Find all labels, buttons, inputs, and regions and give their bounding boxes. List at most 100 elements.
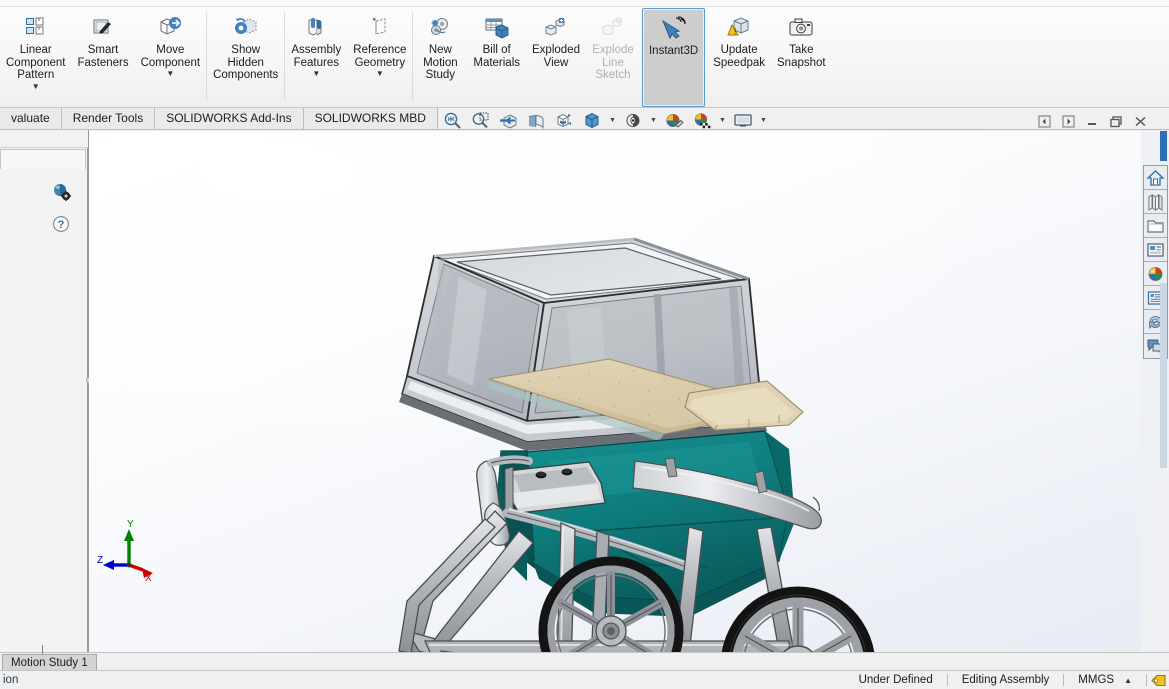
move-component-label: Move Component [140,44,201,69]
graphics-viewport[interactable]: Y Z X [89,131,1141,652]
view-settings-button[interactable] [731,109,755,131]
zoom-to-area-icon [472,112,488,128]
smart-fasteners-button[interactable]: Smart Fasteners [71,8,134,107]
display-style-button[interactable] [580,109,604,131]
chevron-up-icon[interactable]: ▲ [1124,676,1132,685]
previous-view-icon [500,113,517,129]
view-orientation-button[interactable] [552,109,576,131]
edit-appearance-icon [666,113,684,128]
feature-manager-tab-chip[interactable] [0,149,86,169]
ribbon-group-tools: New Motion Study Bill of Materials Explo… [413,8,831,107]
update-speedpak-button[interactable]: ! Update Speedpak [707,8,771,107]
home-resources-button[interactable] [1144,166,1167,190]
status-tag-button[interactable] [1147,673,1169,688]
apply-scene-button[interactable] [690,109,714,131]
status-left-text: ion [3,674,19,686]
ribbon-group-components: Linear Component Pattern ▼ Smart Fastene… [0,8,206,107]
design-library-icon [1148,193,1163,211]
wheel-front-large [721,586,875,652]
zoom-to-fit-icon [444,112,461,129]
feature-manager-panel: ? [0,130,88,652]
design-library-button[interactable] [1144,190,1167,214]
view-palette-icon [1147,242,1164,257]
help-question-icon: ? [52,215,70,233]
move-component-button[interactable]: Move Component ▼ [135,8,206,107]
instant3d-icon [656,13,692,43]
new-motion-study-button[interactable]: New Motion Study [413,8,467,107]
status-bar: ion Under Defined Editing Assembly MMGS … [0,671,1169,689]
chevron-down-icon[interactable]: ▼ [376,70,384,78]
tab-solidworks-mbd[interactable]: SOLIDWORKS MBD [303,108,438,130]
display-style-icon [585,112,599,128]
previous-view-button[interactable] [496,109,520,131]
task-pane-scrollbar[interactable] [1160,283,1167,468]
tab-solidworks-add-ins[interactable]: SOLIDWORKS Add-Ins [155,108,304,130]
view-toolbar: ▼ ▼ ▼ ▼ [440,109,768,131]
bill-of-materials-icon [482,12,512,42]
explode-line-sketch-button: Explode Line Sketch [586,8,640,107]
collapse-right-button[interactable] [1057,111,1079,131]
view-palette-button[interactable] [1144,238,1167,262]
explode-line-sketch-icon [599,12,627,42]
show-hidden-components-button[interactable]: Show Hidden Components [207,8,284,107]
triad-x-label: X [145,573,152,584]
chevron-down-icon[interactable]: ▼ [32,82,40,91]
view-settings-caret-icon[interactable]: ▼ [759,109,768,131]
assembly-features-icon [302,12,330,42]
close-button[interactable] [1129,111,1151,131]
status-under-defined: Under Defined [858,674,933,686]
minimize-button[interactable] [1081,111,1103,131]
linear-component-pattern-label: Linear Component Pattern [6,44,66,81]
chevron-down-icon[interactable]: ▼ [166,70,174,78]
show-hidden-components-label: Show Hidden Components [213,44,279,81]
hide-show-items-button[interactable] [621,109,645,131]
bill-of-materials-button[interactable]: Bill of Materials [467,8,526,107]
instant3d-button[interactable]: Instant3D [641,8,706,107]
feature-manager-tab-row [0,130,88,148]
svg-text:!: ! [734,27,736,36]
configuration-manager-button[interactable] [52,182,72,207]
tab-evaluate[interactable]: valuate [0,108,62,130]
linear-component-pattern-button[interactable]: Linear Component Pattern ▼ [0,8,71,107]
reference-geometry-button[interactable]: Reference Geometry ▼ [347,8,412,107]
smart-fasteners-icon [90,12,116,42]
exploded-view-icon [542,12,570,42]
hide-show-items-caret-icon[interactable]: ▼ [649,109,658,131]
feature-manager-body [0,170,87,652]
collapse-left-icon [1038,115,1050,127]
zoom-to-area-button[interactable] [468,109,492,131]
motion-study-tick [42,645,43,654]
move-component-icon [156,12,184,42]
restore-button[interactable] [1105,111,1127,131]
exploded-view-label: Exploded View [532,44,580,69]
status-units[interactable]: MMGS ▲ [1064,674,1146,686]
close-icon [1135,116,1145,126]
reference-geometry-icon [367,12,393,42]
help-button[interactable]: ? [52,215,72,238]
new-motion-study-label: New Motion Study [423,44,458,81]
assembly-features-button[interactable]: Assembly Features ▼ [285,8,347,107]
section-view-button[interactable] [524,109,548,131]
file-explorer-button[interactable] [1144,214,1167,238]
chevron-down-icon[interactable]: ▼ [312,70,320,78]
appearances-scenes-icon [1148,266,1163,281]
exploded-view-button[interactable]: Exploded View [526,8,586,107]
apply-scene-caret-icon[interactable]: ▼ [718,109,727,131]
explode-line-sketch-label: Explode Line Sketch [592,44,634,81]
collapse-left-button[interactable] [1033,111,1055,131]
motion-study-tab[interactable]: Motion Study 1 [2,654,97,671]
display-style-caret-icon[interactable]: ▼ [608,109,617,131]
task-pane-scroll-top[interactable] [1160,131,1167,161]
bill-of-materials-label: Bill of Materials [473,44,521,69]
coordinate-triad: Y Z X [97,517,167,590]
show-hidden-components-icon [231,12,261,42]
edit-appearance-button[interactable] [662,109,686,131]
tab-render-tools[interactable]: Render Tools [61,108,156,130]
instant3d-label: Instant3D [648,45,699,57]
zoom-to-fit-button[interactable] [440,109,464,131]
take-snapshot-icon [787,12,815,42]
take-snapshot-button[interactable]: Take Snapshot [771,8,832,107]
reference-geometry-label: Reference Geometry [353,44,407,69]
view-orientation-icon [557,113,571,127]
assembly-features-label: Assembly Features [291,44,342,69]
